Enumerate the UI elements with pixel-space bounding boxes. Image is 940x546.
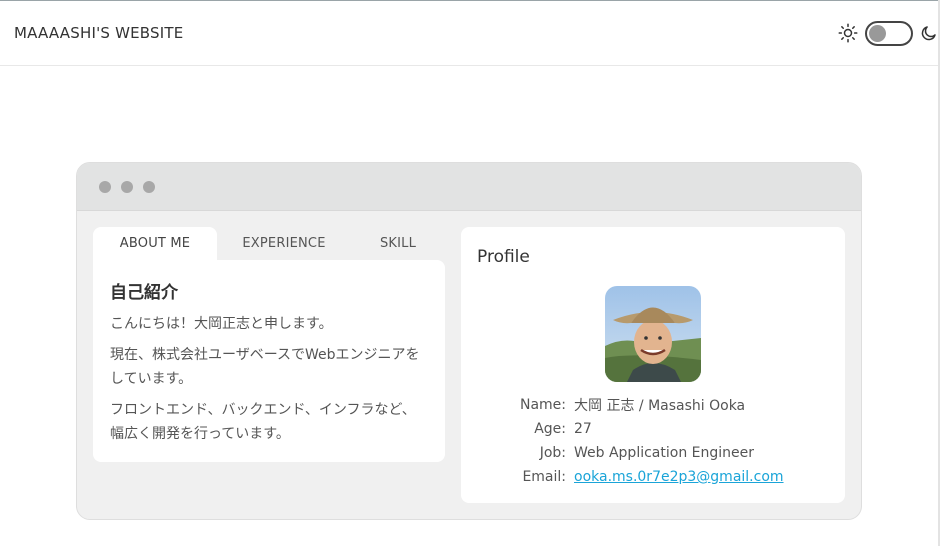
moon-icon	[921, 26, 936, 41]
profile-value: 27	[574, 421, 592, 437]
about-panel: ABOUT ME EXPERIENCE SKILL 自己紹介 こんにちは！大岡正…	[93, 227, 445, 462]
email-link[interactable]: ooka.ms.0r7e2p3@gmail.com	[574, 469, 784, 485]
profile-label: Age:	[534, 421, 566, 437]
tab-content-about: 自己紹介 こんにちは！大岡正志と申します。 現在、株式会社ユーザベースでWebエ…	[93, 260, 445, 462]
profile-info: Name: 大岡 正志 / Masashi Ooka Age: 27 Job: …	[461, 393, 845, 489]
window-titlebar	[77, 163, 861, 211]
tab-bar: ABOUT ME EXPERIENCE SKILL	[93, 227, 445, 260]
profile-value: Web Application Engineer	[574, 445, 754, 461]
about-heading: 自己紹介	[110, 283, 178, 303]
profile-card: Profile Name: 大岡 正志 / Masashi Ooka Age: …	[461, 227, 845, 503]
theme-toggle[interactable]	[865, 20, 913, 46]
avatar-image	[605, 286, 701, 382]
profile-label: Job:	[539, 445, 566, 461]
sun-icon	[838, 23, 858, 43]
theme-switch	[838, 20, 938, 46]
profile-row-job: Job: Web Application Engineer	[461, 441, 845, 465]
tab-skill[interactable]: SKILL	[351, 227, 445, 260]
profile-row-age: Age: 27	[461, 417, 845, 441]
profile-row-name: Name: 大岡 正志 / Masashi Ooka	[461, 393, 845, 417]
window-dot-minimize	[121, 180, 133, 193]
tab-about-me[interactable]: ABOUT ME	[93, 227, 217, 260]
about-paragraph: こんにちは！大岡正志と申します。	[110, 316, 333, 332]
profile-label: Email:	[522, 469, 566, 485]
window-dot-close	[99, 180, 111, 193]
profile-title: Profile	[477, 247, 530, 267]
profile-value: 大岡 正志 / Masashi Ooka	[574, 398, 746, 414]
tab-experience[interactable]: EXPERIENCE	[217, 227, 351, 260]
avatar	[605, 286, 701, 382]
site-header: MAAAASHI'S WEBSITE	[0, 1, 938, 66]
profile-row-email: Email: ooka.ms.0r7e2p3@gmail.com	[461, 465, 845, 489]
toggle-knob	[869, 24, 886, 42]
profile-label: Name:	[519, 397, 566, 413]
about-paragraph: フロントエンド、バックエンド、インフラなど、幅広く開発を行っています。	[110, 402, 416, 442]
browser-window: ABOUT ME EXPERIENCE SKILL 自己紹介 こんにちは！大岡正…	[76, 162, 862, 520]
window-dot-maximize	[143, 180, 155, 193]
about-paragraph: 現在、株式会社ユーザベースでWebエンジニアをしています。	[110, 347, 420, 387]
site-title[interactable]: MAAAASHI'S WEBSITE	[14, 24, 183, 42]
